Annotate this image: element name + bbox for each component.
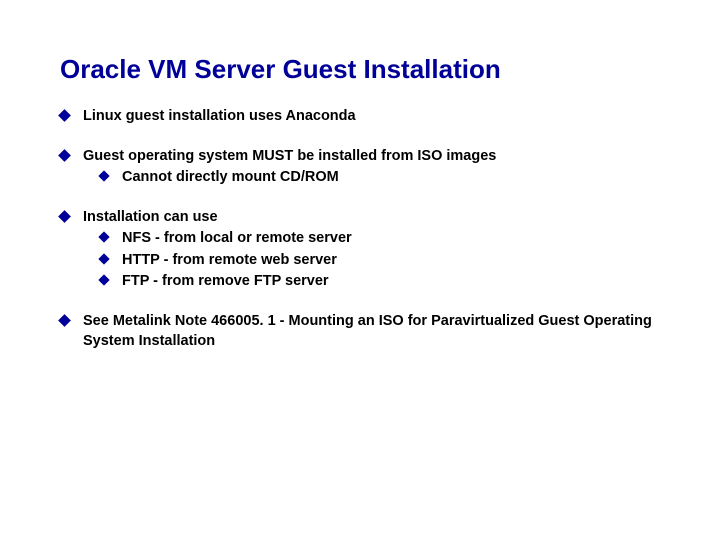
list-item: HTTP - from remote web server (100, 251, 660, 271)
list-item: NFS - from local or remote server (100, 229, 660, 249)
list-item-text: FTP - from remove FTP server (122, 272, 660, 292)
list-item-text: Cannot directly mount CD/ROM (122, 168, 660, 188)
list-item-text: Guest operating system MUST be installed… (83, 147, 660, 167)
diamond-bullet-icon (98, 253, 109, 264)
list-item-text: Linux guest installation uses Anaconda (83, 107, 660, 127)
diamond-bullet-icon (98, 275, 109, 286)
diamond-bullet-icon (58, 149, 71, 162)
list-item: Guest operating system MUST be installed… (60, 147, 660, 167)
list-item-text: See Metalink Note 466005. 1 - Mounting a… (83, 312, 660, 351)
list-item: Installation can use (60, 208, 660, 228)
list-item-text: HTTP - from remote web server (122, 251, 660, 271)
list-item-text: Installation can use (83, 208, 660, 228)
list-item-text: NFS - from local or remote server (122, 229, 660, 249)
diamond-bullet-icon (58, 210, 71, 223)
diamond-bullet-icon (98, 232, 109, 243)
list-item: Cannot directly mount CD/ROM (100, 168, 660, 188)
list-item: Linux guest installation uses Anaconda (60, 107, 660, 127)
diamond-bullet-icon (58, 314, 71, 327)
slide-title: Oracle VM Server Guest Installation (60, 54, 660, 85)
diamond-bullet-icon (98, 170, 109, 181)
list-item: See Metalink Note 466005. 1 - Mounting a… (60, 312, 660, 351)
bullet-list: Linux guest installation uses Anaconda G… (60, 107, 660, 351)
slide: Oracle VM Server Guest Installation Linu… (0, 0, 720, 351)
list-item: FTP - from remove FTP server (100, 272, 660, 292)
diamond-bullet-icon (58, 109, 71, 122)
